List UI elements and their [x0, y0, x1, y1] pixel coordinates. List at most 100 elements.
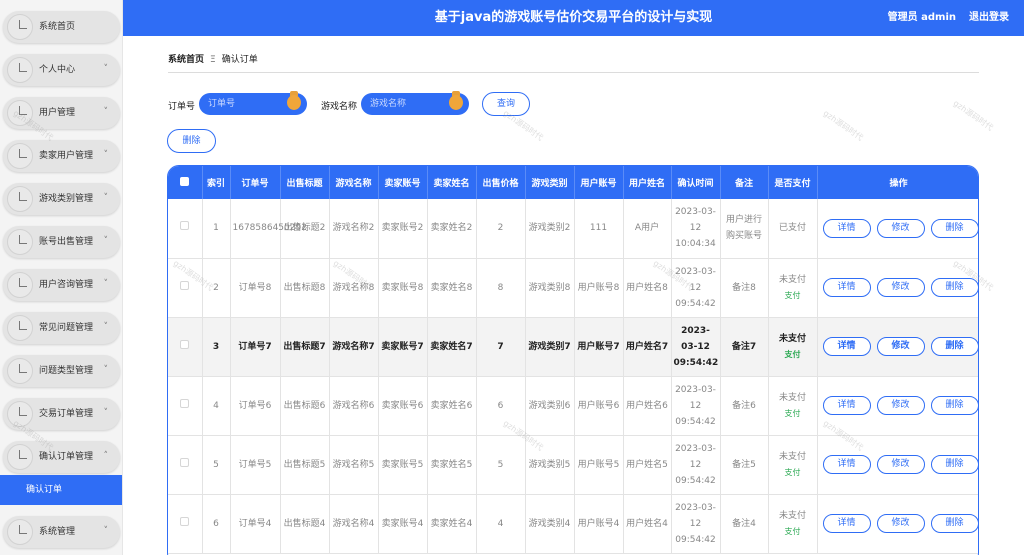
- chevron-up-icon: ˄: [103, 451, 109, 461]
- cell-seller-acc: 卖家账号6: [378, 376, 428, 436]
- col-order-no: 订单号: [230, 166, 281, 199]
- cell-paid: 已支付: [768, 199, 818, 259]
- edit-button[interactable]: 修改: [876, 396, 925, 415]
- game-name-placeholder: 游戏名称: [370, 99, 407, 109]
- cell-seller-name: 卖家姓名4: [427, 494, 477, 554]
- sidebar-item-users[interactable]: 用户管理 ˅: [3, 97, 120, 129]
- clock-icon: [7, 519, 33, 545]
- sidebar-item-question-type[interactable]: 问题类型管理 ˅: [3, 355, 120, 387]
- game-name-label: 游戏名称: [321, 102, 358, 112]
- delete-button[interactable]: 删除: [930, 396, 978, 415]
- chevron-down-icon: ˅: [103, 193, 109, 203]
- pay-link[interactable]: 支付: [771, 347, 815, 363]
- cell-seller-name: 卖家姓名6: [427, 376, 477, 436]
- col-actions: 操作: [817, 166, 978, 199]
- table-header-row: 索引 订单号 出售标题 游戏名称 卖家账号 卖家姓名 出售价格 游戏类别 用户账…: [168, 166, 978, 199]
- cell-actions: 详情 修改 删除: [817, 199, 978, 259]
- cell-user-acc: 用户账号4: [574, 494, 624, 554]
- cell-user-acc: 111: [574, 199, 624, 259]
- breadcrumb-home[interactable]: 系统首页: [168, 55, 204, 65]
- order-no-input[interactable]: 订单号: [199, 91, 307, 115]
- cell-confirm-time: 2023-03-12 09:54:42: [671, 258, 721, 318]
- logout-link[interactable]: 退出登录: [969, 0, 1009, 36]
- col-seller-acc: 卖家账号: [378, 166, 428, 199]
- orders-table: 索引 订单号 出售标题 游戏名称 卖家账号 卖家姓名 出售价格 游戏类别 用户账…: [167, 165, 979, 555]
- sidebar-item-system[interactable]: 系统管理 ˅: [3, 516, 120, 548]
- delete-button[interactable]: 删除: [930, 514, 978, 533]
- detail-button[interactable]: 详情: [822, 396, 871, 415]
- admin-label: 管理员 admin: [887, 12, 956, 23]
- delete-button[interactable]: 删除: [930, 218, 978, 238]
- chevron-down-icon: ˅: [103, 408, 109, 418]
- game-name-input[interactable]: 游戏名称: [361, 91, 469, 115]
- cell-index: 4: [202, 376, 231, 436]
- breadcrumb: 系统首页 Ξ 确认订单: [168, 52, 258, 65]
- sidebar-item-trade-orders[interactable]: 交易订单管理 ˅: [3, 398, 120, 430]
- table-row: 6 订单号4 出售标题4 游戏名称4 卖家账号4 卖家姓名4 4 游戏类别4 用…: [168, 494, 978, 554]
- row-checkbox[interactable]: [168, 199, 203, 259]
- watermark: gzh源码时代: [821, 108, 865, 143]
- paid-status: 未支付: [778, 510, 806, 521]
- pay-link[interactable]: 支付: [771, 288, 815, 304]
- cell-index: 1: [202, 199, 231, 259]
- row-checkbox[interactable]: [168, 376, 203, 436]
- cell-user-name: A用户: [623, 199, 672, 259]
- delete-button[interactable]: 删除: [930, 455, 978, 474]
- edit-button[interactable]: 修改: [876, 218, 925, 238]
- cell-paid: 未支付 支付: [768, 258, 818, 318]
- col-user-name: 用户姓名: [623, 166, 672, 199]
- row-checkbox[interactable]: [168, 435, 203, 495]
- cell-seller-name: 卖家姓名5: [427, 435, 477, 495]
- sidebar-item-label: 用户管理: [39, 108, 76, 118]
- sidebar-item-personal[interactable]: 个人中心 ˅: [3, 54, 120, 86]
- sidebar-item-confirm-orders[interactable]: 确认订单管理 ˄: [3, 441, 120, 473]
- sidebar-item-home[interactable]: 系统首页: [3, 11, 120, 43]
- chevron-down-icon: ˅: [103, 365, 109, 375]
- sidebar-subitem-confirm-order[interactable]: 确认订单: [0, 475, 122, 505]
- edit-button[interactable]: 修改: [876, 514, 925, 533]
- pay-link[interactable]: 支付: [771, 524, 815, 540]
- cell-price: 5: [476, 435, 526, 495]
- cell-order-no: 订单号4: [230, 494, 281, 554]
- edit-button[interactable]: 修改: [876, 337, 925, 356]
- cell-seller-acc: 卖家账号4: [378, 494, 428, 554]
- cell-seller-name: 卖家姓名8: [427, 258, 477, 318]
- cell-title: 出售标题7: [280, 317, 330, 377]
- sidebar-item-game-category[interactable]: 游戏类别管理 ˅: [3, 183, 120, 215]
- edit-button[interactable]: 修改: [876, 455, 925, 474]
- divider: [168, 72, 979, 73]
- batch-delete-button[interactable]: 删除: [167, 129, 216, 153]
- table-row: 2 订单号8 出售标题8 游戏名称8 卖家账号8 卖家姓名8 8 游戏类别8 用…: [168, 258, 978, 318]
- edit-button[interactable]: 修改: [876, 278, 925, 297]
- delete-button[interactable]: 删除: [930, 337, 978, 356]
- detail-button[interactable]: 详情: [822, 218, 871, 238]
- detail-button[interactable]: 详情: [822, 337, 871, 356]
- detail-button[interactable]: 详情: [822, 514, 871, 533]
- pay-link[interactable]: 支付: [771, 406, 815, 422]
- sidebar-item-label: 卖家用户管理: [39, 151, 94, 161]
- sidebar-item-faq[interactable]: 常见问题管理 ˅: [3, 312, 120, 344]
- sidebar-item-account-sale[interactable]: 账号出售管理 ˅: [3, 226, 120, 258]
- row-checkbox[interactable]: [168, 494, 203, 554]
- cell-user-acc: 用户账号5: [574, 435, 624, 495]
- paid-status: 已支付: [778, 223, 806, 234]
- cell-confirm-time: 2023-03-12 09:54:42: [671, 317, 721, 377]
- cell-title: 出售标题5: [280, 435, 330, 495]
- pay-link[interactable]: 支付: [771, 465, 815, 481]
- col-confirm-time: 确认时间: [671, 166, 721, 199]
- row-checkbox[interactable]: [168, 258, 203, 318]
- chevron-down-icon: ˅: [103, 150, 109, 160]
- cell-confirm-time: 2023-03-12 09:54:42: [671, 435, 721, 495]
- cell-actions: 详情 修改 删除: [817, 494, 978, 554]
- query-button[interactable]: 查询: [482, 92, 530, 116]
- select-all-checkbox[interactable]: [168, 166, 203, 199]
- sidebar-item-sellers[interactable]: 卖家用户管理 ˅: [3, 140, 120, 172]
- delete-button[interactable]: 删除: [930, 278, 978, 297]
- row-checkbox[interactable]: [168, 317, 203, 377]
- sidebar: 系统首页 个人中心 ˅ 用户管理 ˅ 卖家用户管理 ˅ 游戏类别管理 ˅ 账号出售管理 ˅…: [0, 0, 123, 555]
- detail-button[interactable]: 详情: [822, 455, 871, 474]
- detail-button[interactable]: 详情: [822, 278, 871, 297]
- sidebar-item-consult[interactable]: 用户咨询管理 ˅: [3, 269, 120, 301]
- clock-icon: [7, 229, 33, 255]
- cell-confirm-time: 2023-03-12 10:04:34: [671, 199, 721, 259]
